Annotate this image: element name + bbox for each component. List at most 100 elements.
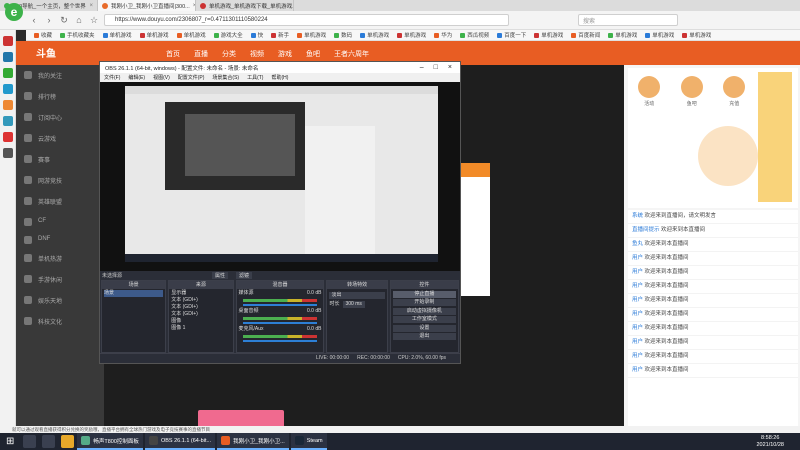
bookmark-item[interactable]: 单机游戏 [397,31,426,39]
douyu-nav-item[interactable]: 直播 [194,49,208,59]
right-shortcut[interactable]: 鱼吧 [671,76,714,107]
minimize-icon[interactable]: – [420,64,424,71]
chat-username[interactable]: 用户 [632,283,643,289]
filters-button[interactable]: 滤镜 [236,272,253,279]
weibo-icon[interactable] [3,36,13,46]
app-icon[interactable] [3,84,13,94]
bookmark-item[interactable]: 百度一下 [497,31,526,39]
obs-menu-item[interactable]: 配置文件(P) [178,74,205,81]
source-item[interactable]: 图像 1 [171,325,230,332]
bookmark-item[interactable]: 西瓜视频 [460,31,489,39]
app-icon[interactable] [3,132,13,142]
bookmark-item[interactable]: 手机收藏夹 [60,31,95,39]
douyu-left-item[interactable]: 科技文化 [16,311,104,332]
back-icon[interactable]: ‹ [28,14,40,26]
transition-select[interactable]: 淡出 [329,292,385,299]
douyu-nav-item[interactable]: 游戏 [278,49,292,59]
control-button[interactable]: 退出 [392,333,456,340]
chat-username[interactable]: 用户 [632,297,643,303]
bookmark-item[interactable]: 单机游戏 [360,31,389,39]
chat-username[interactable]: 用户 [632,269,643,275]
app-icon[interactable] [3,148,13,158]
taskbar-app[interactable]: OBS 26.1.1 (64-bit... [144,433,216,450]
chat-username[interactable]: 系统 [632,213,643,219]
control-button[interactable]: 开始录制 [392,299,456,306]
chat-username[interactable]: 用户 [632,367,643,373]
clock[interactable]: 8:58:26 2021/10/28 [756,435,800,449]
douyu-logo[interactable]: 斗鱼 [36,45,56,60]
douyu-left-item[interactable]: 网游竞技 [16,170,104,191]
douyu-left-item[interactable]: 赛事 [16,149,104,170]
windows-start-icon[interactable]: ⊞ [6,436,14,447]
taskbar-app[interactable]: Steam [290,433,327,450]
source-item[interactable]: 文本 (GDI+) [171,297,230,304]
duration-input[interactable]: 300 ms [342,301,365,308]
douyu-nav-item[interactable]: 王者六周年 [334,49,369,59]
control-button[interactable]: 设置 [392,324,456,332]
source-item[interactable]: 文本 (GDI+) [171,304,230,311]
douyu-left-item[interactable]: 我的关注 [16,65,104,86]
obs-menu-item[interactable]: 工具(T) [247,74,263,81]
file-explorer-icon[interactable] [61,435,75,448]
properties-button[interactable]: 属性 [212,272,229,279]
douyu-left-item[interactable]: CF [16,212,104,230]
home-icon[interactable]: ⌂ [73,14,85,26]
douyu-left-item[interactable]: 娱乐天地 [16,290,104,311]
bookmark-item[interactable]: 单机游戏 [608,31,637,39]
douyu-nav-item[interactable]: 首页 [166,49,180,59]
chat-username[interactable]: 鱼丸 [632,241,643,247]
app-icon[interactable] [3,68,13,78]
refresh-icon[interactable]: ↻ [58,14,70,26]
obs-menu-item[interactable]: 文件(F) [104,74,120,81]
browser-tab-2[interactable]: 我刚小卫_我刚小卫直播间|300... × [98,0,196,11]
douyu-left-item[interactable]: 订阅中心 [16,107,104,128]
browser-tab-3[interactable]: 单机游戏_单机游戏下载_单机游戏...× [196,0,294,11]
control-button[interactable]: 停止直播 [392,290,456,298]
app-icon[interactable] [3,100,13,110]
chat-username[interactable]: 用户 [632,311,643,317]
obs-menu-item[interactable]: 帮助(H) [271,74,288,81]
right-shortcut[interactable]: 活动 [628,76,671,107]
browser-logo-icon[interactable]: e [5,3,23,21]
obs-menu-item[interactable]: 视图(V) [153,74,170,81]
bookmark-item[interactable]: 单机游戏 [176,31,206,39]
bookmark-item[interactable]: 华为 [434,31,452,39]
obs-menu-item[interactable]: 场景集合(S) [212,74,239,81]
right-shortcut[interactable]: 充值 [713,76,756,107]
chat-username[interactable]: 用户 [632,255,643,261]
forward-icon[interactable]: › [43,14,55,26]
search-icon[interactable] [23,435,37,448]
bookmark-item[interactable]: 游戏大全 [213,31,243,39]
douyu-left-item[interactable]: 排行榜 [16,86,104,107]
bookmark-item[interactable]: 单机游戏 [139,31,169,39]
chat-username[interactable]: 用户 [632,339,643,345]
maximize-icon[interactable]: □ [434,64,438,71]
douyu-left-item[interactable]: 云游戏 [16,128,104,149]
chat-username[interactable]: 直播间提示 [632,227,660,233]
star-icon[interactable]: ☆ [88,14,100,26]
obs-menu-item[interactable]: 编辑(E) [128,74,145,81]
bookmark-item[interactable]: 单机游戏 [645,31,674,39]
volume-slider[interactable] [242,322,318,324]
douyu-left-item[interactable]: DNF [16,230,104,248]
bookmark-item[interactable]: 快 [250,31,263,39]
bookmark-item[interactable]: 新手 [271,31,289,39]
close-icon[interactable]: × [89,3,93,9]
obs-preview[interactable] [100,82,460,271]
bookmark-item[interactable]: 数码 [334,31,352,39]
search-input[interactable]: 搜索 [578,14,678,26]
bookmark-item[interactable]: 单机游戏 [297,31,326,39]
taskbar-app[interactable]: 畅声T800控制面板 [77,433,143,450]
control-button[interactable]: 工作室模式 [392,316,456,323]
douyu-left-item[interactable]: 英雄联盟 [16,191,104,212]
bookmark-item[interactable]: 百度新闻 [571,31,600,39]
app-icon[interactable] [3,116,13,126]
douyu-left-item[interactable]: 单机热游 [16,248,104,269]
bookmark-item[interactable]: 单机游戏 [534,31,563,39]
volume-slider[interactable] [242,340,318,342]
douyu-nav-item[interactable]: 视频 [250,49,264,59]
chat-username[interactable]: 用户 [632,325,643,331]
source-item[interactable]: 文本 (GDI+) [171,311,230,318]
bookmark-item[interactable]: 单机游戏 [102,31,132,39]
douyu-nav-item[interactable]: 鱼吧 [306,49,320,59]
